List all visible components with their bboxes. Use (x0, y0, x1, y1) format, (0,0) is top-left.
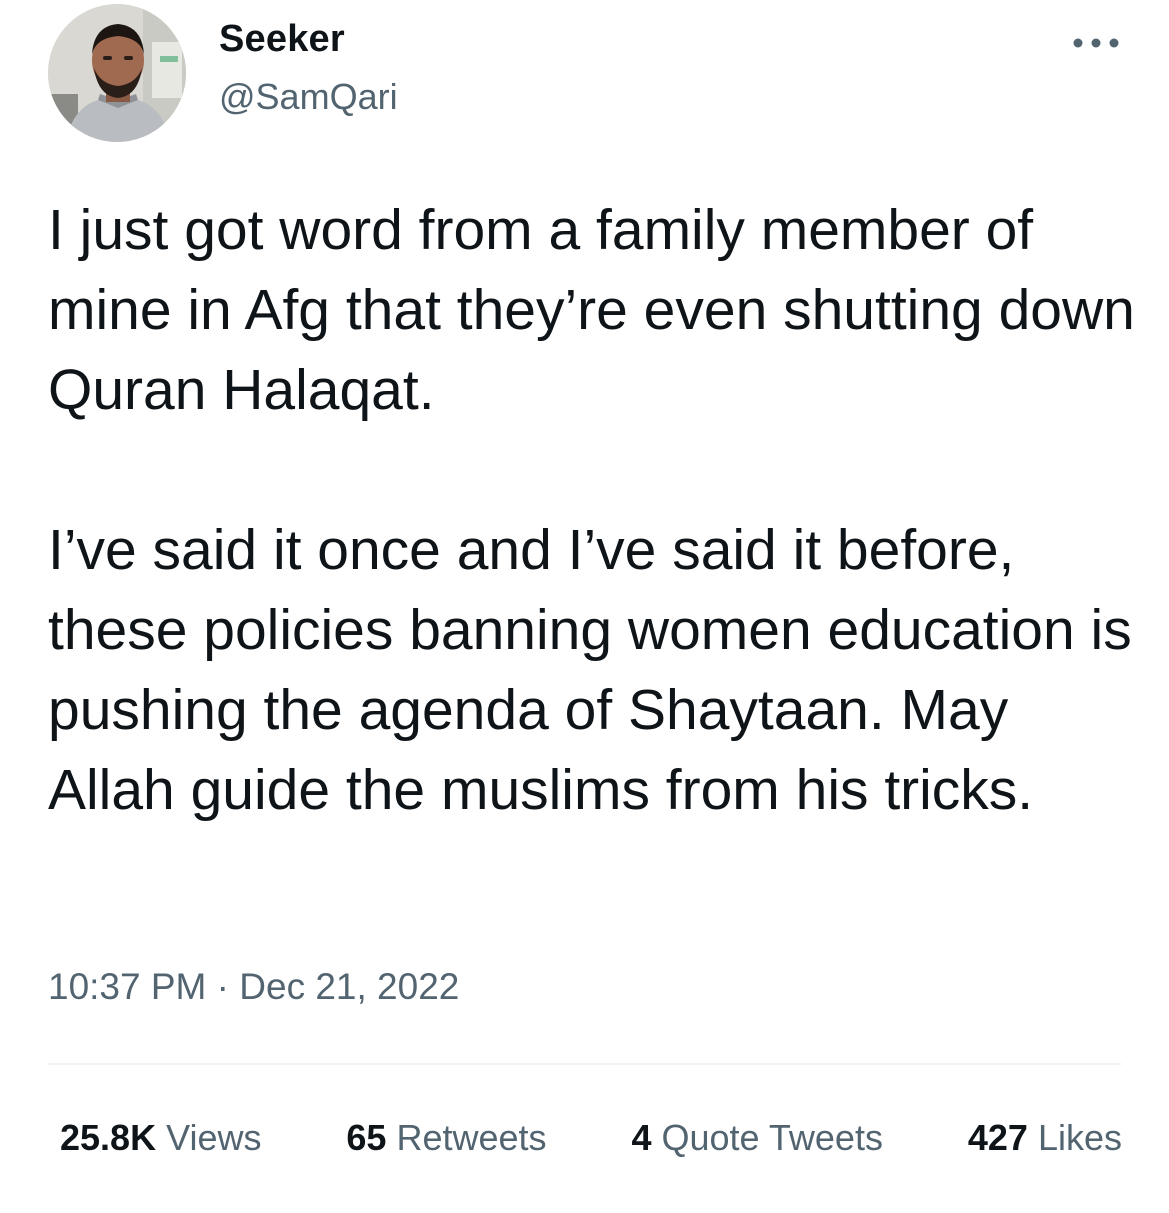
more-options-button[interactable] (1068, 26, 1124, 60)
timestamp-separator: · (216, 966, 229, 1007)
profile-photo (48, 4, 186, 142)
tweet-date[interactable]: Dec 21, 2022 (239, 966, 459, 1007)
retweets-stat[interactable]: 65 Retweets (346, 1117, 546, 1159)
avatar[interactable] (48, 4, 186, 142)
tweet-text: I just got word from a family member of … (48, 190, 1138, 830)
likes-stat[interactable]: 427 Likes (968, 1117, 1122, 1159)
divider (48, 1063, 1121, 1065)
tweet-timestamp[interactable]: 10:37 PM · Dec 21, 2022 (48, 966, 459, 1008)
likes-label: Likes (1037, 1117, 1122, 1158)
tweet-time[interactable]: 10:37 PM (48, 966, 206, 1007)
views-count: 25.8K (60, 1117, 157, 1158)
tweet-paragraph: I just got word from a family member of … (48, 198, 1135, 422)
tweet-paragraph: I’ve said it once and I’ve said it befor… (48, 518, 1132, 822)
author-display-name[interactable]: Seeker (219, 18, 345, 61)
author-handle[interactable]: @SamQari (219, 76, 398, 118)
views-label: Views (166, 1117, 262, 1158)
retweets-label: Retweets (396, 1117, 547, 1158)
likes-count: 427 (967, 1117, 1028, 1158)
quote-tweets-count: 4 (631, 1117, 652, 1158)
more-options-icon (1073, 38, 1119, 48)
quote-tweets-label: Quote Tweets (661, 1117, 883, 1158)
retweets-count: 65 (346, 1117, 387, 1158)
tweet-stats: 25.8K Views 65 Retweets 4 Quote Tweets 4… (60, 1117, 1122, 1159)
quote-tweets-stat[interactable]: 4 Quote Tweets (631, 1117, 883, 1159)
views-stat[interactable]: 25.8K Views (60, 1117, 261, 1159)
